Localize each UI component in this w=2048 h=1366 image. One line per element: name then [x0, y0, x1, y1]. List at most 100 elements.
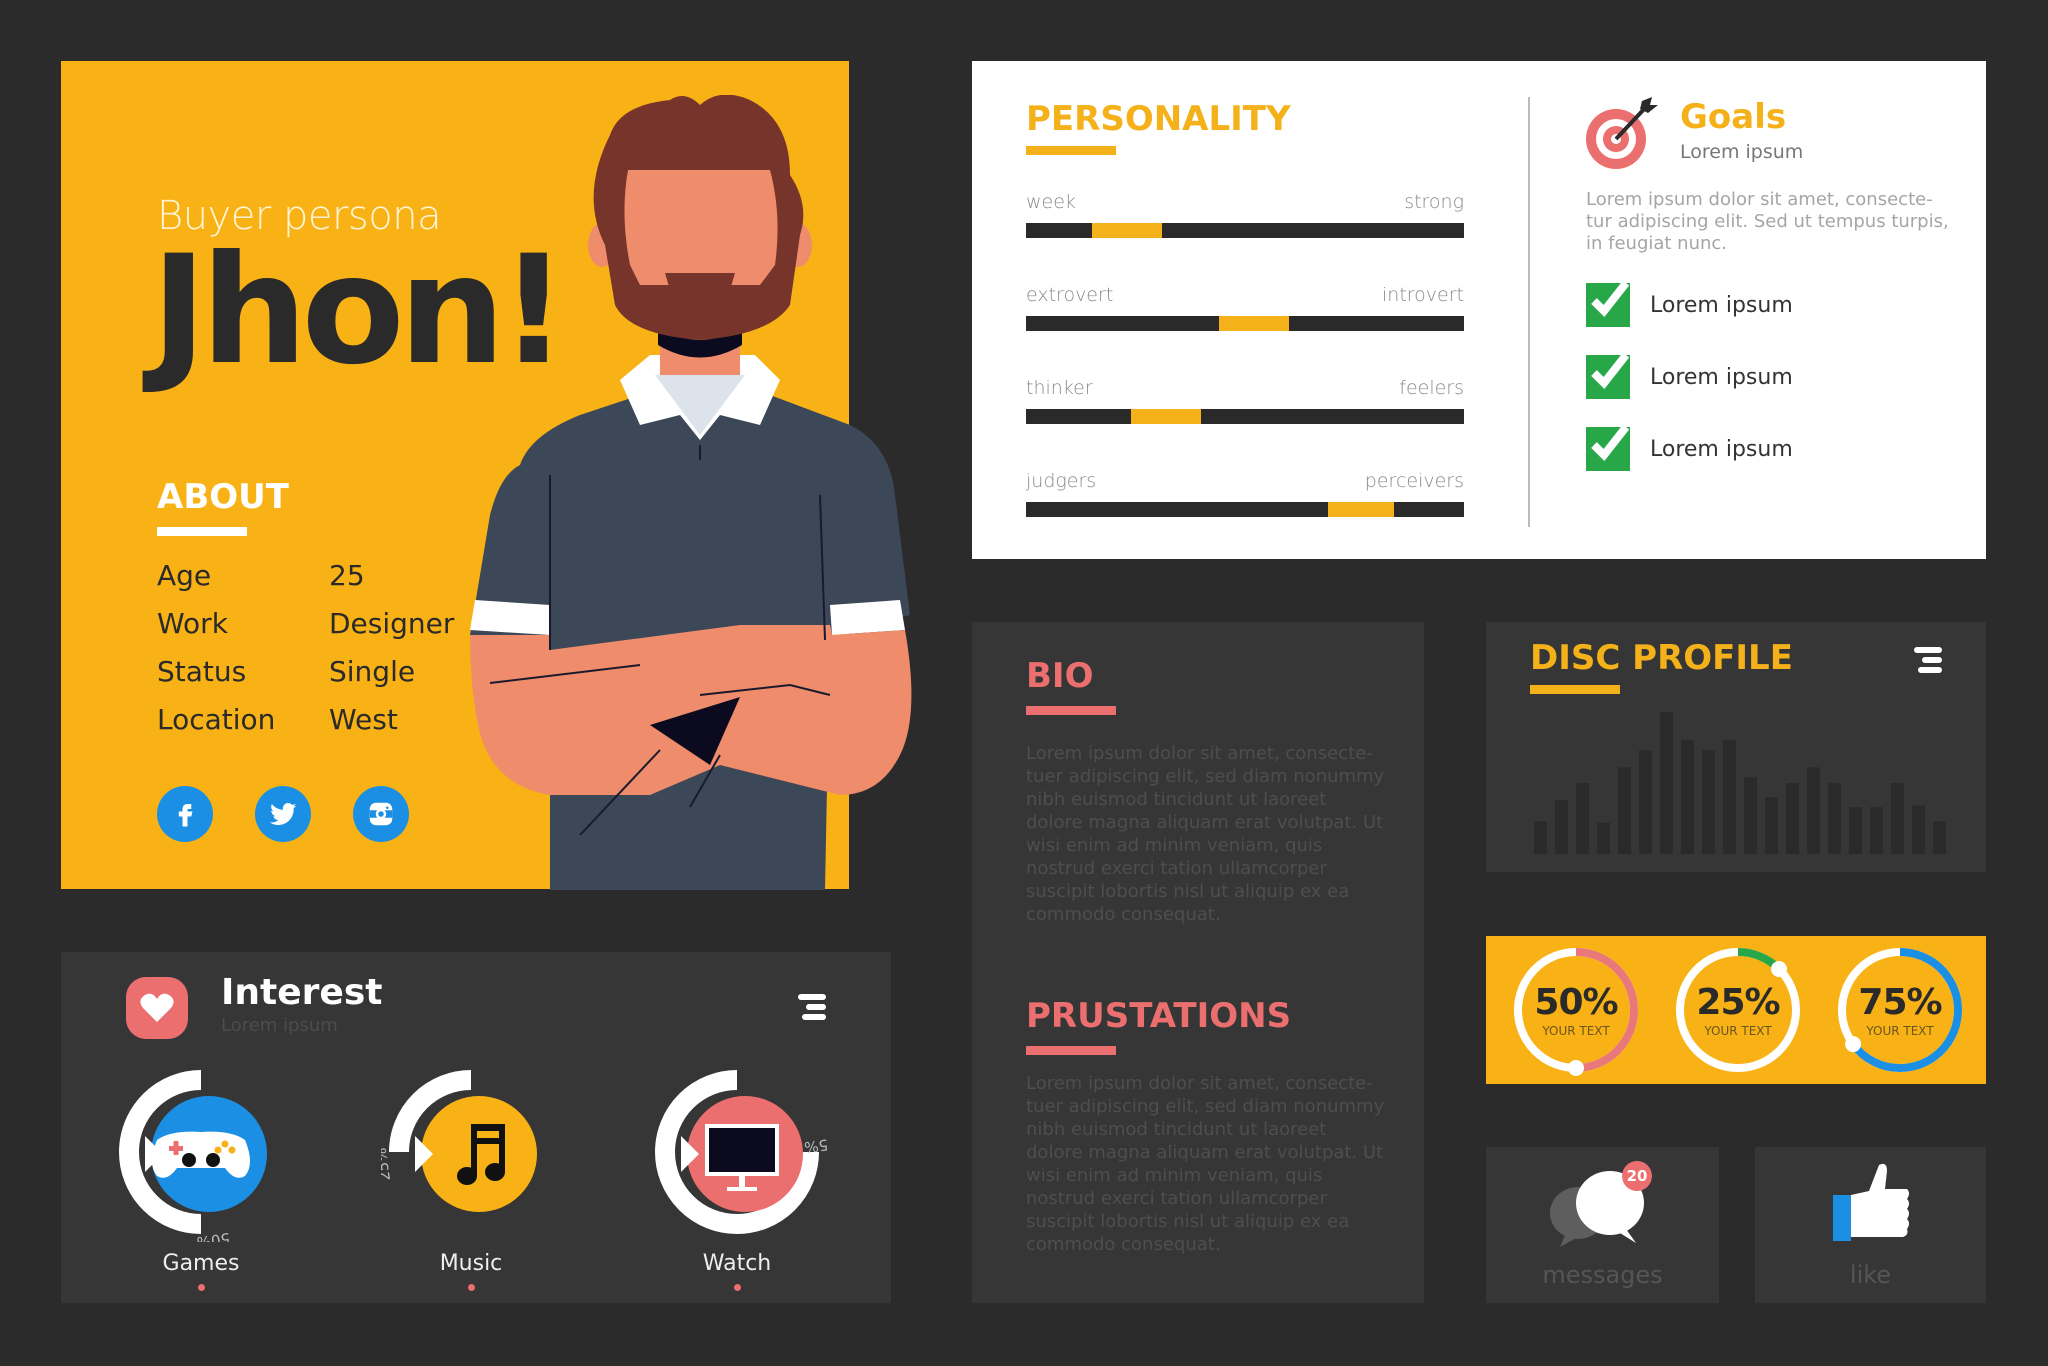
- facebook-button[interactable]: [157, 786, 213, 842]
- thumbs-up-icon: [1833, 1163, 1909, 1241]
- goal-item-label: Lorem ipsum: [1650, 436, 1793, 462]
- stat-value: 50%: [1534, 982, 1618, 1023]
- about-value: 25: [329, 558, 365, 592]
- menu-button[interactable]: [798, 994, 826, 1020]
- disc-bar: [1765, 797, 1778, 854]
- menu-icon-line: [798, 994, 826, 1000]
- social-links: [157, 786, 409, 842]
- checkbox-checked[interactable]: [1586, 280, 1630, 327]
- goals-title: Goals: [1680, 97, 1787, 137]
- disc-bar: [1639, 750, 1652, 854]
- goals-description: Lorem ipsum dolor sit amet, consecte-tur…: [1586, 189, 1949, 254]
- trait-right-label: perceivers: [1364, 470, 1464, 492]
- disc-bar: [1807, 767, 1820, 854]
- about-row-status: Status Single: [157, 647, 454, 695]
- bio-panel: BIO Lorem ipsum dolor sit amet, consecte…: [972, 622, 1424, 1303]
- interest-label: Watch: [702, 1251, 772, 1276]
- goal-item[interactable]: Lorem ipsum: [1586, 280, 1793, 327]
- ring-knob: [1845, 1036, 1862, 1053]
- instagram-icon: [369, 802, 393, 826]
- goal-item[interactable]: Lorem ipsum: [1586, 352, 1793, 399]
- disc-profile-panel: DISC PROFILE: [1486, 622, 1986, 872]
- trait-slider-marker[interactable]: [1328, 502, 1394, 517]
- indicator-dot: [197, 1284, 205, 1291]
- trait-slider-marker[interactable]: [1091, 223, 1162, 238]
- instagram-button[interactable]: [353, 786, 409, 842]
- interest-disc: [421, 1096, 537, 1212]
- twitter-icon: [269, 803, 297, 825]
- trait-slider-marker[interactable]: [1131, 409, 1202, 424]
- interest-item-music[interactable]: 25% Music: [372, 1062, 561, 1291]
- trait-row: extrovert introvert: [1026, 284, 1464, 331]
- interest-subtitle: Lorem ipsum: [221, 1015, 338, 1036]
- trait-slider-track[interactable]: [1026, 502, 1464, 517]
- checkmark-icon: [1591, 424, 1630, 462]
- checkmark-icon: [1591, 352, 1630, 390]
- like-card[interactable]: like: [1755, 1147, 1986, 1303]
- trait-row: judgers perceivers: [1026, 470, 1464, 517]
- interest-ring: 50%: [119, 1070, 267, 1251]
- menu-icon-line: [802, 1014, 826, 1020]
- interest-title: Interest: [221, 972, 383, 1013]
- ring-knob: [1568, 1060, 1584, 1076]
- stats-panel: 50% YOUR TEXT 25% YOUR TEXT 75% YOUR TEX…: [1486, 936, 1986, 1084]
- about-label: Status: [157, 654, 247, 688]
- bio-underline: [1026, 706, 1116, 715]
- disc-bar: [1660, 712, 1673, 854]
- stat-ring: 50% YOUR TEXT: [1510, 944, 1642, 1076]
- about-row-work: Work Designer: [157, 599, 454, 647]
- trait-right-label: introvert: [1382, 284, 1464, 306]
- goal-item[interactable]: Lorem ipsum: [1586, 424, 1793, 471]
- arms: [470, 625, 912, 795]
- interest-ring: 25%: [372, 1070, 537, 1212]
- frustrations-title: PRUSTATIONS: [1026, 996, 1292, 1036]
- trait-slider-marker[interactable]: [1218, 316, 1289, 331]
- goal-item-label: Lorem ipsum: [1650, 292, 1793, 318]
- panel-divider: [1528, 97, 1530, 527]
- about-row-age: Age 25: [157, 551, 454, 599]
- messages-card[interactable]: 20 messages: [1486, 1147, 1719, 1303]
- about-value: West: [329, 702, 398, 736]
- disc-bar: [1702, 750, 1715, 854]
- disc-bar: [1786, 783, 1799, 854]
- menu-button[interactable]: [1914, 647, 1942, 673]
- trait-left-label: week: [1026, 191, 1076, 213]
- trait-left-label: judgers: [1026, 470, 1097, 492]
- trait-row: thinker feelers: [1026, 377, 1464, 424]
- interest-label: Music: [439, 1251, 503, 1276]
- frustrations-underline: [1026, 1046, 1116, 1055]
- trait-slider-track[interactable]: [1026, 223, 1464, 238]
- frustrations-text: Lorem ipsum dolor sit amet, consecte-tue…: [1026, 1073, 1385, 1255]
- about-value: Single: [329, 654, 416, 688]
- stat-value: 25%: [1696, 982, 1780, 1023]
- checkbox-checked[interactable]: [1586, 424, 1630, 471]
- facebook-icon: [178, 804, 193, 827]
- trait-slider-track[interactable]: [1026, 316, 1464, 331]
- about-value: Designer: [329, 606, 455, 640]
- disc-bar: [1849, 807, 1862, 854]
- disc-bar-chart: [1534, 712, 1946, 854]
- trait-right-label: strong: [1404, 191, 1464, 213]
- about-heading: ABOUT: [157, 477, 289, 517]
- stat-ring: 25% YOUR TEXT: [1672, 944, 1804, 1076]
- disc-bar: [1891, 783, 1904, 854]
- twitter-button[interactable]: [255, 786, 311, 842]
- trait-left-label: extrovert: [1026, 284, 1114, 306]
- checkmark-icon: [1591, 280, 1630, 318]
- interest-item-games[interactable]: 50% Games: [111, 1062, 291, 1291]
- interest-label: Games: [162, 1251, 240, 1276]
- checkbox-checked[interactable]: [1586, 352, 1630, 399]
- personality-goals-panel: PERSONALITY week strong extrovert introver…: [972, 61, 1986, 559]
- disc-bar: [1870, 807, 1883, 854]
- target-icon: [1586, 97, 1658, 169]
- disc-bar: [1744, 777, 1757, 854]
- disc-bar: [1681, 740, 1694, 854]
- disc-bar: [1534, 821, 1547, 854]
- disc-bar: [1597, 822, 1610, 854]
- stat-caption: YOUR TEXT: [1542, 1024, 1610, 1038]
- disc-bar: [1723, 740, 1736, 854]
- trait-right-label: feelers: [1399, 377, 1464, 399]
- trait-slider-track[interactable]: [1026, 409, 1464, 424]
- interest-ring: 75%: [655, 1070, 839, 1234]
- interest-item-watch[interactable]: 75% Watch: [647, 1062, 839, 1291]
